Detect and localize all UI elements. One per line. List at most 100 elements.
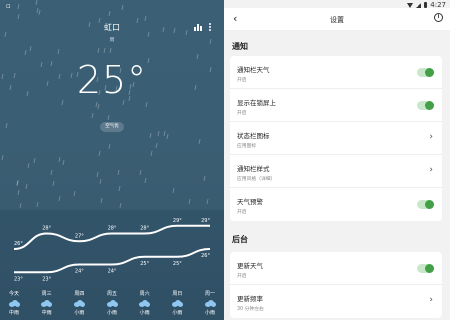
day-name: 周一 (204, 291, 215, 297)
raindrop (99, 178, 102, 184)
raindrop (155, 142, 158, 149)
raindrop (73, 190, 76, 196)
forecast-day[interactable]: 周四 小雨 (68, 291, 90, 317)
raindrop (145, 102, 148, 108)
current-condition: 雨 (109, 37, 115, 43)
raindrop (29, 45, 32, 51)
raindrop (35, 0, 38, 6)
city-name[interactable]: 虹口 (0, 22, 224, 33)
day-condition: 中雨 (41, 310, 52, 316)
setting-row-notification-style[interactable]: 通知栏样式 应用风格（详细） › (230, 155, 442, 188)
section-title-notifications: 通知 (232, 42, 248, 51)
forecast-day[interactable]: 周五 小雨 (101, 291, 123, 317)
settings-panel: 4:27 ‹ 设置 i 通知 通知栏天气 开启 显示在锁屏上 开启 状态栏图标 … (224, 0, 450, 320)
raindrop (16, 180, 19, 186)
raindrop (1, 154, 4, 161)
rain-cloud-icon (139, 300, 151, 307)
low-temp-label: 25° (173, 261, 182, 267)
raindrop (5, 123, 8, 129)
lock-screen-toggle[interactable] (417, 101, 434, 110)
day-condition: 小雨 (204, 310, 215, 316)
raindrop (172, 187, 175, 193)
raindrop (198, 138, 201, 145)
raindrop (157, 130, 160, 137)
raindrop (51, 181, 55, 187)
chart-icon[interactable] (194, 23, 202, 31)
setting-subtitle: 开启 (237, 274, 247, 279)
rain-cloud-icon (204, 300, 216, 307)
raindrop (144, 15, 147, 21)
setting-title: 天气预警 (237, 198, 263, 206)
aqi-badge[interactable]: 空气优 (100, 122, 124, 132)
setting-title: 通知栏天气 (237, 66, 270, 74)
raindrop (17, 13, 20, 20)
weather-alert-toggle[interactable] (417, 200, 434, 209)
setting-row-lock-screen[interactable]: 显示在锁屏上 开启 (230, 89, 442, 122)
rain-cloud-icon (106, 300, 118, 307)
high-temp-label: 29° (173, 218, 182, 224)
chevron-right-icon: › (429, 132, 433, 142)
low-temp-label: 26° (201, 253, 210, 259)
forecast-day[interactable]: 周三 中雨 (36, 291, 58, 317)
setting-subtitle: 开启 (237, 210, 247, 215)
daily-forecast[interactable]: 26° 28° 27° 28° 28° 29° 29° 23° 23° 24° 24° 25° 25° 2… (0, 210, 224, 320)
setting-row-notification-weather[interactable]: 通知栏天气 开启 (230, 56, 442, 89)
info-icon[interactable]: i (434, 13, 443, 22)
update-weather-toggle[interactable] (417, 264, 434, 273)
day-name: 周六 (139, 291, 150, 297)
raindrop (33, 158, 36, 164)
setting-title: 显示在锁屏上 (237, 99, 276, 107)
setting-row-update-frequency[interactable]: 更新频率 30 分钟左右 › (230, 285, 442, 318)
high-temp-label: 28° (42, 226, 51, 232)
raindrop (108, 144, 111, 150)
chevron-right-icon: › (429, 295, 433, 305)
setting-title: 状态栏图标 (237, 132, 270, 140)
forecast-day[interactable]: 周一 小雨 (199, 291, 221, 317)
setting-title: 更新频率 (237, 295, 263, 303)
more-menu-icon[interactable] (207, 22, 213, 32)
day-name: 今天 (8, 291, 19, 297)
raindrop (149, 132, 152, 138)
raindrop (17, 189, 20, 195)
low-temp-label: 24° (75, 269, 84, 275)
day-condition: 小雨 (139, 310, 150, 316)
temperature-curve-chart: 26° 28° 27° 28° 28° 29° 29° 23° 23° 24° 24° 25° 25° 2… (13, 218, 210, 282)
signal-icon (416, 2, 422, 8)
section-title-background: 后台 (232, 235, 248, 244)
low-temp-label: 23° (14, 276, 23, 282)
notifications-card: 通知栏天气 开启 显示在锁屏上 开启 状态栏图标 应用图标 › 通知栏样式 应用… (230, 56, 442, 221)
setting-row-update-weather[interactable]: 更新天气 开启 (230, 252, 442, 285)
high-temp-label: 29° (201, 218, 210, 224)
notification-icon: ▫ (6, 2, 11, 10)
day-condition: 小雨 (172, 310, 183, 316)
forecast-day[interactable]: 周六 小雨 (134, 291, 156, 317)
raindrop (96, 103, 100, 109)
raindrop (150, 151, 153, 157)
low-temp-label: 23° (42, 276, 51, 282)
raindrop (24, 49, 27, 56)
low-temp-label: 24° (108, 269, 117, 275)
raindrop (36, 201, 39, 208)
day-name: 周四 (74, 291, 85, 297)
raindrop (98, 151, 101, 157)
current-temperature: 25° (76, 58, 148, 102)
settings-header: ‹ 设置 i (224, 8, 450, 30)
forecast-day[interactable]: 今天 中雨 (3, 291, 25, 317)
rain-cloud-icon (8, 300, 20, 307)
raindrop (139, 169, 142, 176)
setting-row-weather-alert[interactable]: 天气预警 开启 (230, 188, 442, 221)
setting-row-status-bar-icon[interactable]: 状态栏图标 应用图标 › (230, 122, 442, 155)
raindrop (108, 10, 111, 16)
rain-cloud-icon (41, 300, 53, 307)
raindrop (19, 203, 22, 209)
forecast-day[interactable]: 周日 小雨 (166, 291, 188, 317)
low-temp-label: 25° (140, 261, 149, 267)
high-temp-label: 28° (140, 226, 149, 232)
raindrop (109, 48, 112, 54)
raindrop (203, 176, 206, 182)
raindrop (57, 48, 60, 54)
raindrop (58, 196, 61, 202)
raindrop (100, 198, 103, 204)
notification-weather-toggle[interactable] (417, 68, 434, 77)
rain-cloud-icon (171, 300, 183, 307)
